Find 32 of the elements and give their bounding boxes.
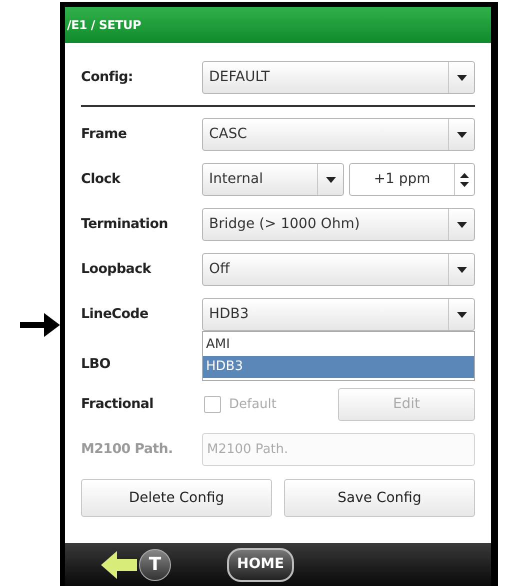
dropdown[interactable]: DEFAULT [202, 61, 475, 94]
dropdown[interactable]: Bridge (> 1000 Ohm) [202, 208, 475, 241]
dropdown[interactable]: Internal [202, 163, 344, 196]
dropdown[interactable]: HDB3 [202, 298, 475, 331]
dropdown-option[interactable]: AMI [203, 334, 474, 356]
field-label: LBO [81, 354, 112, 374]
caret-icon [456, 266, 466, 272]
dropdown[interactable]: CASC [202, 118, 475, 151]
field-label: Fractional [81, 395, 154, 414]
field-label: LineCode [81, 305, 150, 324]
caret-icon [456, 312, 466, 318]
field-label: Clock [81, 170, 122, 190]
spin-box[interactable]: +1 ppm [349, 163, 475, 196]
home-button[interactable]: HOME [227, 548, 294, 582]
caret-icon [456, 74, 466, 80]
field-label: Config: [81, 68, 134, 88]
config-button[interactable]: Delete Config [81, 479, 272, 517]
title-bar: /E1 / SETUP [65, 7, 491, 43]
config-button[interactable]: Save Config [284, 479, 475, 517]
caret-icon [456, 132, 466, 138]
field-label: M2100 Path. [81, 440, 174, 460]
spin-arrows-icon [460, 172, 469, 186]
field-label: Frame [81, 125, 128, 144]
dropdown[interactable]: Off [202, 253, 475, 286]
dropdown-option[interactable]: HDB3 [203, 356, 474, 378]
caret-icon [456, 222, 466, 228]
back-arrow-icon[interactable] [101, 550, 137, 578]
field-label: Termination [81, 215, 169, 234]
caret-icon [326, 176, 336, 182]
checkbox-label: Default [229, 396, 276, 414]
t-button[interactable]: T [139, 548, 171, 580]
field-label: Loopback [81, 260, 152, 280]
